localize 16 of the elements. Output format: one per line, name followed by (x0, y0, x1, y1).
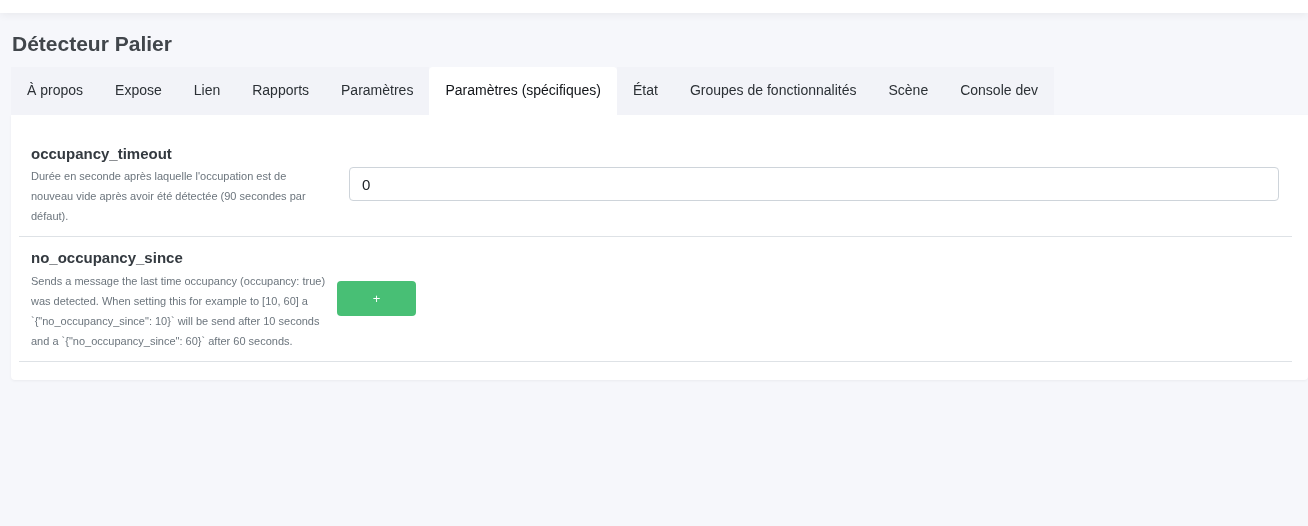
page-title: Détecteur Palier (12, 31, 172, 57)
tab[interactable]: À propos (11, 66, 100, 115)
tab[interactable]: Expose (99, 66, 178, 115)
tab[interactable]: Lien (177, 66, 237, 115)
setting-description: Sends a message the last time occupancy (occupancy: true) was detected. When setting this for example to [10, 60] a `{"no_occupancy_since": 10}` will be send after 10 seconds and a `{"no_occupancy_since": 60}` after 60 seconds. (31, 273, 327, 349)
tab[interactable]: Scène (872, 66, 945, 115)
tab[interactable]: Paramètres (325, 66, 430, 115)
tab[interactable]: Groupes de fonctionnalités (673, 66, 873, 115)
number-field[interactable]: 0 (349, 167, 1279, 202)
tab[interactable]: Paramètres (spécifiques) (429, 66, 617, 115)
setting-name: occupancy_timeout (31, 143, 173, 164)
tab[interactable]: Rapports (236, 66, 326, 115)
tab[interactable]: Console dev (944, 66, 1054, 115)
setting-name: no_occupancy_since (31, 248, 184, 268)
tab[interactable]: État (617, 66, 674, 115)
setting-description: Durée en seconde après laquelle l'occupation est de nouveau vide après avoir été détectée (90 secondes par défaut). (31, 169, 307, 224)
